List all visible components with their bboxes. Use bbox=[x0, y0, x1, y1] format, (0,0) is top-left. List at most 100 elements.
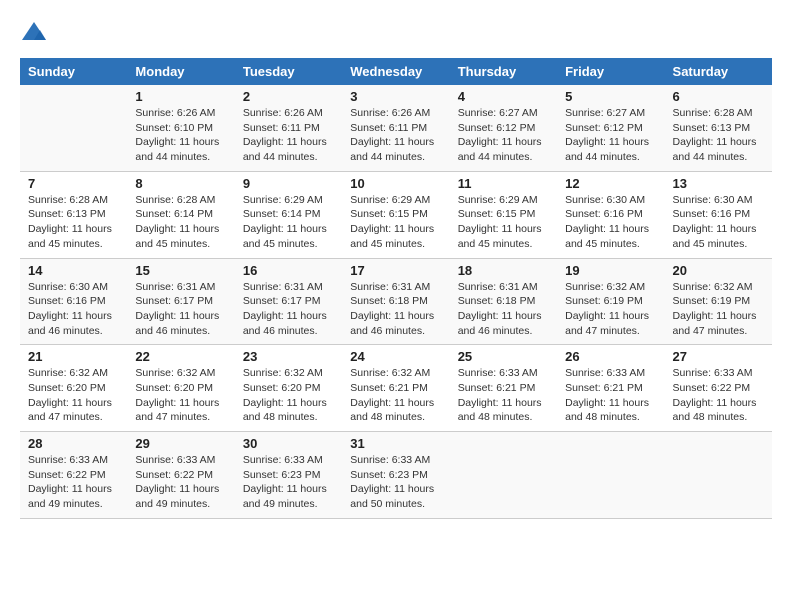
day-number: 9 bbox=[243, 176, 334, 191]
day-header-tuesday: Tuesday bbox=[235, 58, 342, 85]
calendar-cell bbox=[557, 432, 664, 519]
calendar-week-row: 28Sunrise: 6:33 AM Sunset: 6:22 PM Dayli… bbox=[20, 432, 772, 519]
calendar-cell: 9 Sunrise: 6:29 AM Sunset: 6:14 PM Daylig… bbox=[235, 171, 342, 258]
calendar-cell: 29Sunrise: 6:33 AM Sunset: 6:22 PM Dayli… bbox=[127, 432, 234, 519]
day-number: 17 bbox=[350, 263, 441, 278]
calendar-cell: 10 Sunrise: 6:29 AM Sunset: 6:15 PM Dayli… bbox=[342, 171, 449, 258]
calendar-week-row: 14 Sunrise: 6:30 AM Sunset: 6:16 PM Dayli… bbox=[20, 258, 772, 345]
day-number: 31 bbox=[350, 436, 441, 451]
calendar-cell: 27 Sunrise: 6:33 AM Sunset: 6:22 PM Dayli… bbox=[665, 345, 772, 432]
calendar-week-row: 7 Sunrise: 6:28 AM Sunset: 6:13 PM Daylig… bbox=[20, 171, 772, 258]
day-number: 19 bbox=[565, 263, 656, 278]
calendar-cell: 18 Sunrise: 6:31 AM Sunset: 6:18 PM Dayli… bbox=[450, 258, 557, 345]
day-info: Sunrise: 6:31 AM Sunset: 6:18 PM Dayligh… bbox=[458, 280, 549, 339]
day-number: 16 bbox=[243, 263, 334, 278]
day-number: 30 bbox=[243, 436, 334, 451]
day-number: 25 bbox=[458, 349, 549, 364]
day-number: 15 bbox=[135, 263, 226, 278]
day-info: Sunrise: 6:28 AM Sunset: 6:13 PM Dayligh… bbox=[673, 106, 764, 165]
calendar-table: SundayMondayTuesdayWednesdayThursdayFrid… bbox=[20, 58, 772, 519]
logo bbox=[20, 20, 52, 48]
day-info: Sunrise: 6:32 AM Sunset: 6:19 PM Dayligh… bbox=[673, 280, 764, 339]
calendar-week-row: 1 Sunrise: 6:26 AM Sunset: 6:10 PM Daylig… bbox=[20, 85, 772, 171]
day-info: Sunrise: 6:32 AM Sunset: 6:19 PM Dayligh… bbox=[565, 280, 656, 339]
day-info: Sunrise: 6:31 AM Sunset: 6:17 PM Dayligh… bbox=[135, 280, 226, 339]
page-header bbox=[20, 20, 772, 48]
calendar-cell bbox=[20, 85, 127, 171]
calendar-cell: 13 Sunrise: 6:30 AM Sunset: 6:16 PM Dayli… bbox=[665, 171, 772, 258]
calendar-cell: 24Sunrise: 6:32 AM Sunset: 6:21 PM Dayli… bbox=[342, 345, 449, 432]
day-header-thursday: Thursday bbox=[450, 58, 557, 85]
calendar-cell: 15 Sunrise: 6:31 AM Sunset: 6:17 PM Dayli… bbox=[127, 258, 234, 345]
day-info: Sunrise: 6:31 AM Sunset: 6:18 PM Dayligh… bbox=[350, 280, 441, 339]
day-info: Sunrise: 6:33 AM Sunset: 6:22 PM Dayligh… bbox=[673, 366, 764, 425]
day-number: 21 bbox=[28, 349, 119, 364]
day-info: Sunrise: 6:30 AM Sunset: 6:16 PM Dayligh… bbox=[673, 193, 764, 252]
day-info: Sunrise: 6:28 AM Sunset: 6:14 PM Dayligh… bbox=[135, 193, 226, 252]
calendar-cell: 30 Sunrise: 6:33 AM Sunset: 6:23 PM Dayli… bbox=[235, 432, 342, 519]
day-header-wednesday: Wednesday bbox=[342, 58, 449, 85]
day-number: 20 bbox=[673, 263, 764, 278]
day-info: Sunrise: 6:29 AM Sunset: 6:14 PM Dayligh… bbox=[243, 193, 334, 252]
calendar-cell: 17 Sunrise: 6:31 AM Sunset: 6:18 PM Dayli… bbox=[342, 258, 449, 345]
calendar-cell bbox=[665, 432, 772, 519]
day-number: 7 bbox=[28, 176, 119, 191]
day-number: 12 bbox=[565, 176, 656, 191]
day-number: 22 bbox=[135, 349, 226, 364]
day-number: 1 bbox=[135, 89, 226, 104]
calendar-week-row: 21 Sunrise: 6:32 AM Sunset: 6:20 PM Dayli… bbox=[20, 345, 772, 432]
calendar-cell: 31Sunrise: 6:33 AM Sunset: 6:23 PM Dayli… bbox=[342, 432, 449, 519]
calendar-cell: 8 Sunrise: 6:28 AM Sunset: 6:14 PM Daylig… bbox=[127, 171, 234, 258]
day-number: 3 bbox=[350, 89, 441, 104]
day-number: 27 bbox=[673, 349, 764, 364]
day-info: Sunrise: 6:29 AM Sunset: 6:15 PM Dayligh… bbox=[350, 193, 441, 252]
calendar-cell: 6 Sunrise: 6:28 AM Sunset: 6:13 PM Daylig… bbox=[665, 85, 772, 171]
day-number: 4 bbox=[458, 89, 549, 104]
day-info: Sunrise: 6:33 AM Sunset: 6:21 PM Dayligh… bbox=[565, 366, 656, 425]
day-number: 24 bbox=[350, 349, 441, 364]
day-info: Sunrise: 6:26 AM Sunset: 6:10 PM Dayligh… bbox=[135, 106, 226, 165]
calendar-cell: 28Sunrise: 6:33 AM Sunset: 6:22 PM Dayli… bbox=[20, 432, 127, 519]
day-info: Sunrise: 6:31 AM Sunset: 6:17 PM Dayligh… bbox=[243, 280, 334, 339]
day-number: 10 bbox=[350, 176, 441, 191]
day-info: Sunrise: 6:32 AM Sunset: 6:20 PM Dayligh… bbox=[243, 366, 334, 425]
calendar-cell: 19 Sunrise: 6:32 AM Sunset: 6:19 PM Dayli… bbox=[557, 258, 664, 345]
logo-icon bbox=[20, 20, 48, 48]
day-number: 26 bbox=[565, 349, 656, 364]
day-number: 29 bbox=[135, 436, 226, 451]
day-info: Sunrise: 6:33 AM Sunset: 6:22 PM Dayligh… bbox=[28, 453, 119, 512]
day-number: 23 bbox=[243, 349, 334, 364]
day-info: Sunrise: 6:27 AM Sunset: 6:12 PM Dayligh… bbox=[565, 106, 656, 165]
day-header-sunday: Sunday bbox=[20, 58, 127, 85]
day-number: 11 bbox=[458, 176, 549, 191]
calendar-cell: 25Sunrise: 6:33 AM Sunset: 6:21 PM Dayli… bbox=[450, 345, 557, 432]
day-info: Sunrise: 6:30 AM Sunset: 6:16 PM Dayligh… bbox=[28, 280, 119, 339]
day-info: Sunrise: 6:28 AM Sunset: 6:13 PM Dayligh… bbox=[28, 193, 119, 252]
day-number: 6 bbox=[673, 89, 764, 104]
calendar-cell: 11Sunrise: 6:29 AM Sunset: 6:15 PM Dayli… bbox=[450, 171, 557, 258]
day-number: 18 bbox=[458, 263, 549, 278]
day-number: 8 bbox=[135, 176, 226, 191]
calendar-cell: 22 Sunrise: 6:32 AM Sunset: 6:20 PM Dayli… bbox=[127, 345, 234, 432]
calendar-cell: 12 Sunrise: 6:30 AM Sunset: 6:16 PM Dayli… bbox=[557, 171, 664, 258]
day-info: Sunrise: 6:30 AM Sunset: 6:16 PM Dayligh… bbox=[565, 193, 656, 252]
day-number: 14 bbox=[28, 263, 119, 278]
day-info: Sunrise: 6:33 AM Sunset: 6:23 PM Dayligh… bbox=[243, 453, 334, 512]
calendar-cell bbox=[450, 432, 557, 519]
calendar-cell: 7 Sunrise: 6:28 AM Sunset: 6:13 PM Daylig… bbox=[20, 171, 127, 258]
day-number: 2 bbox=[243, 89, 334, 104]
calendar-header-row: SundayMondayTuesdayWednesdayThursdayFrid… bbox=[20, 58, 772, 85]
day-info: Sunrise: 6:26 AM Sunset: 6:11 PM Dayligh… bbox=[243, 106, 334, 165]
calendar-cell: 2 Sunrise: 6:26 AM Sunset: 6:11 PM Daylig… bbox=[235, 85, 342, 171]
day-info: Sunrise: 6:32 AM Sunset: 6:20 PM Dayligh… bbox=[135, 366, 226, 425]
calendar-cell: 20 Sunrise: 6:32 AM Sunset: 6:19 PM Dayli… bbox=[665, 258, 772, 345]
day-info: Sunrise: 6:32 AM Sunset: 6:20 PM Dayligh… bbox=[28, 366, 119, 425]
calendar-cell: 14 Sunrise: 6:30 AM Sunset: 6:16 PM Dayli… bbox=[20, 258, 127, 345]
calendar-cell: 4Sunrise: 6:27 AM Sunset: 6:12 PM Daylig… bbox=[450, 85, 557, 171]
calendar-cell: 21 Sunrise: 6:32 AM Sunset: 6:20 PM Dayli… bbox=[20, 345, 127, 432]
calendar-cell: 1 Sunrise: 6:26 AM Sunset: 6:10 PM Daylig… bbox=[127, 85, 234, 171]
day-number: 13 bbox=[673, 176, 764, 191]
calendar-cell: 16 Sunrise: 6:31 AM Sunset: 6:17 PM Dayli… bbox=[235, 258, 342, 345]
calendar-cell: 23 Sunrise: 6:32 AM Sunset: 6:20 PM Dayli… bbox=[235, 345, 342, 432]
day-header-saturday: Saturday bbox=[665, 58, 772, 85]
